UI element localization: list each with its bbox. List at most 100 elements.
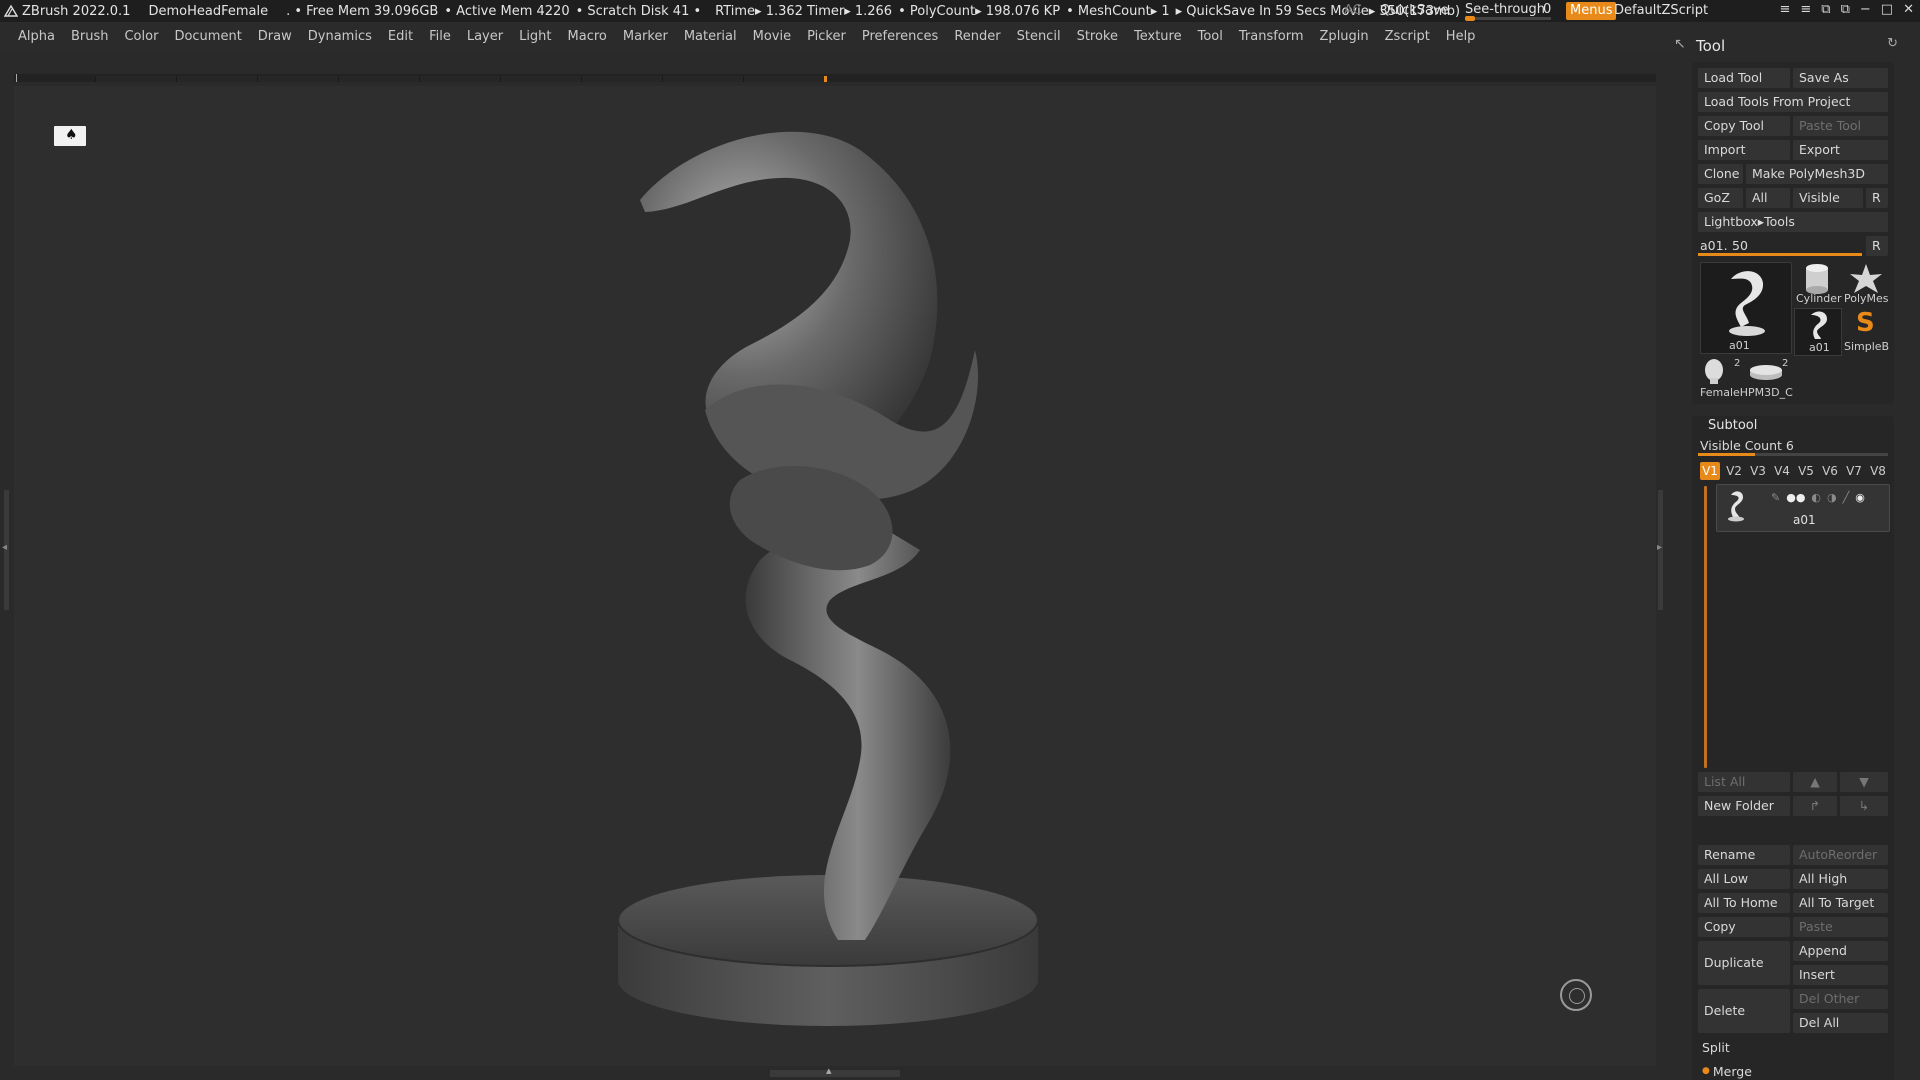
subtool-title[interactable]: Subtool [1708, 418, 1757, 433]
menu-alpha[interactable]: Alpha [0, 29, 63, 44]
edit-icon[interactable]: ╱ [1843, 491, 1850, 504]
menu-macro[interactable]: Macro [560, 29, 615, 44]
goz-button[interactable]: GoZ [1698, 188, 1743, 208]
shelf-segment[interactable] [338, 76, 419, 82]
all-to-home-button[interactable]: All To Home [1698, 893, 1790, 913]
tool-thumb-polymesh[interactable]: PolyMes [1842, 262, 1890, 306]
visibility-tab-v7[interactable]: V7 [1844, 462, 1864, 480]
menu-render[interactable]: Render [946, 29, 1008, 44]
shelf-segment[interactable] [95, 76, 176, 82]
tool-slider-r-button[interactable]: R [1866, 236, 1888, 256]
close-icon[interactable]: ✕ [1903, 2, 1914, 17]
wing-left-icon[interactable]: ≡ [1779, 2, 1790, 17]
paste-subtool-button[interactable]: Paste [1793, 917, 1888, 937]
load-tool-button[interactable]: Load Tool [1698, 68, 1790, 88]
menu-transform[interactable]: Transform [1231, 29, 1312, 44]
copy-tool-button[interactable]: Copy Tool [1698, 116, 1790, 136]
lightbox-tools-button[interactable]: Lightbox▸Tools [1698, 212, 1888, 232]
restore-icon[interactable]: □ [1881, 2, 1893, 17]
new-folder-button[interactable]: New Folder [1698, 796, 1790, 816]
tool-thumb-pm3d[interactable]: 2 PM3D_C [1746, 356, 1793, 402]
layout-icon[interactable]: ⧉ [1821, 2, 1830, 17]
brush-icon[interactable]: ✎ [1771, 491, 1780, 504]
navigate-button[interactable]: ♠ [54, 126, 86, 146]
append-button[interactable]: Append [1793, 941, 1888, 961]
bottom-tray-handle[interactable]: ▴ [770, 1064, 900, 1077]
move-into-folder-icon[interactable]: ↱ [1793, 796, 1837, 816]
menu-file[interactable]: File [421, 29, 459, 44]
menu-color[interactable]: Color [116, 29, 166, 44]
menu-layer[interactable]: Layer [459, 29, 511, 44]
menu-material[interactable]: Material [676, 29, 745, 44]
wing-right-icon[interactable]: ≡ [1800, 2, 1811, 17]
all-low-button[interactable]: All Low [1698, 869, 1790, 889]
tool-thumb-a01[interactable]: a01 [1700, 262, 1792, 354]
shelf-segment[interactable] [500, 76, 581, 82]
menu-dynamics[interactable]: Dynamics [300, 29, 380, 44]
tool-thumb-cylinder[interactable]: Cylinder [1794, 262, 1842, 306]
all-high-button[interactable]: All High [1793, 869, 1888, 889]
goz-visible-button[interactable]: Visible [1793, 188, 1863, 208]
visibility-tab-v2[interactable]: V2 [1724, 462, 1744, 480]
menu-texture[interactable]: Texture [1126, 29, 1190, 44]
right-tray-handle[interactable]: ▸ [1657, 490, 1663, 610]
layout-alt-icon[interactable]: ⧉ [1841, 2, 1850, 17]
load-tools-from-project-button[interactable]: Load Tools From Project [1698, 92, 1888, 112]
menu-movie[interactable]: Movie [745, 29, 799, 44]
menu-tool[interactable]: Tool [1190, 29, 1231, 44]
delete-button[interactable]: Delete [1698, 989, 1790, 1033]
top-shelf-track[interactable] [14, 74, 1656, 82]
menu-draw[interactable]: Draw [250, 29, 300, 44]
menu-zplugin[interactable]: Zplugin [1312, 29, 1377, 44]
menu-zscript[interactable]: Zscript [1377, 29, 1438, 44]
menu-stroke[interactable]: Stroke [1069, 29, 1126, 44]
visible-count-slider[interactable]: Visible Count 6 [1698, 436, 1888, 456]
see-through-slider[interactable]: See-through 0 [1465, 2, 1551, 21]
goz-all-button[interactable]: All [1746, 188, 1790, 208]
visibility-tab-v8[interactable]: V8 [1868, 462, 1888, 480]
left-tray-handle[interactable]: ◂ [2, 490, 9, 610]
visibility-tab-v1[interactable]: V1 [1700, 462, 1720, 480]
save-as-button[interactable]: Save As [1793, 68, 1888, 88]
quicksave-button[interactable]: QuickSave [1380, 3, 1449, 18]
make-polymesh-button[interactable]: Make PolyMesh3D [1746, 164, 1888, 184]
pin-icon[interactable]: ↖ [1674, 36, 1686, 52]
move-up-icon[interactable]: ▲ [1793, 772, 1837, 792]
minimize-icon[interactable]: − [1860, 2, 1871, 17]
material-icon[interactable]: ◑ [1827, 491, 1837, 504]
shelf-segment[interactable] [743, 76, 824, 82]
move-out-folder-icon[interactable]: ↳ [1840, 796, 1888, 816]
menus-toggle[interactable]: Menus [1566, 2, 1617, 20]
insert-button[interactable]: Insert [1793, 965, 1888, 985]
export-button[interactable]: Export [1793, 140, 1888, 160]
rename-button[interactable]: Rename [1698, 845, 1790, 865]
tool-thumb-female[interactable]: 2 FemaleH [1698, 356, 1748, 402]
menu-preferences[interactable]: Preferences [854, 29, 946, 44]
toggle-icon[interactable]: ●● [1786, 491, 1805, 504]
polypaint-icon[interactable]: ◐ [1811, 491, 1821, 504]
import-button[interactable]: Import [1698, 140, 1790, 160]
list-all-button[interactable]: List All [1698, 772, 1790, 792]
subtool-item-a01[interactable]: ✎ ●● ◐ ◑ ╱ ◉ a01 [1716, 484, 1890, 532]
reset-icon[interactable]: ↻ [1887, 36, 1898, 51]
move-down-icon[interactable]: ▼ [1840, 772, 1888, 792]
ac-toggle[interactable]: AC [1344, 3, 1362, 18]
shelf-segment[interactable] [176, 76, 257, 82]
del-all-button[interactable]: Del All [1793, 1013, 1888, 1033]
shelf-segment[interactable] [662, 76, 743, 82]
all-to-target-button[interactable]: All To Target [1793, 893, 1888, 913]
menu-edit[interactable]: Edit [380, 29, 421, 44]
tool-thumb-simpleb[interactable]: S SimpleB [1842, 308, 1890, 354]
shelf-segment[interactable] [581, 76, 662, 82]
split-section-header[interactable]: Split [1698, 1040, 1892, 1058]
paste-tool-button[interactable]: Paste Tool [1793, 116, 1888, 136]
tool-thumb-a01-small[interactable]: a01 [1794, 308, 1842, 356]
merge-section-header[interactable]: ● Merge [1698, 1062, 1892, 1080]
tool-palette-header[interactable]: ↖ Tool ↻ [1672, 34, 1900, 58]
menu-light[interactable]: Light [511, 29, 559, 44]
auto-reorder-button[interactable]: AutoReorder [1793, 845, 1888, 865]
visibility-tab-v3[interactable]: V3 [1748, 462, 1768, 480]
shelf-segment[interactable] [419, 76, 500, 82]
gyro-icon[interactable] [1560, 979, 1592, 1011]
default-zscript-button[interactable]: DefaultZScript [1614, 3, 1708, 18]
